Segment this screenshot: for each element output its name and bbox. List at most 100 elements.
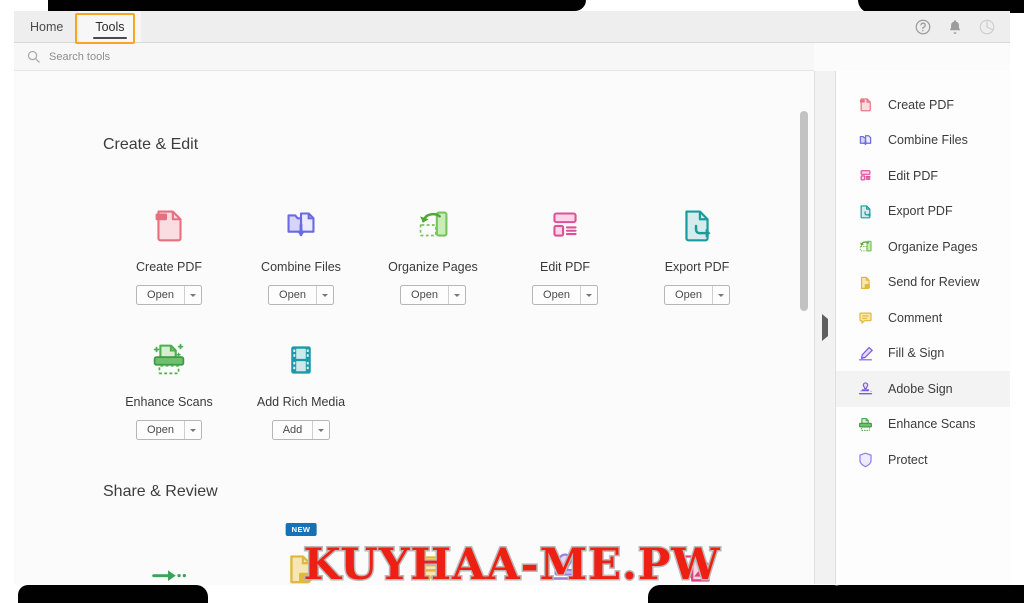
- tools-sidebar: Create PDF Combine Files Edit PDF Export…: [836, 71, 1010, 584]
- open-button-export-pdf[interactable]: Open: [664, 285, 730, 305]
- watermark-text: KUYHAA-ME.PW: [302, 539, 721, 592]
- combine-files-icon: [855, 130, 875, 150]
- tools-pane: Create & Edit Create PDF Open Combine Fi…: [14, 71, 814, 584]
- chevron-down-icon[interactable]: [183, 286, 201, 304]
- protect-icon: [855, 450, 875, 470]
- chevron-down-icon[interactable]: [183, 421, 201, 439]
- open-button-label: Open: [675, 289, 702, 301]
- chevron-down-icon[interactable]: [447, 286, 465, 304]
- tab-tools-label: Tools: [95, 19, 125, 34]
- sidebar-item-label: Protect: [888, 452, 928, 467]
- enhance-scans-icon: [146, 331, 192, 383]
- open-button-label: Open: [411, 289, 438, 301]
- enhance-scans-icon: [855, 414, 875, 434]
- sidebar-item-organize-pages[interactable]: Organize Pages: [836, 229, 1010, 265]
- sidebar-item-label: Organize Pages: [888, 239, 978, 254]
- sidebar-item-label: Export PDF: [888, 204, 953, 219]
- open-button-enhance-scans[interactable]: Open: [136, 420, 202, 440]
- add-button-rich-media[interactable]: Add: [271, 420, 331, 440]
- send-for-review-icon: [855, 272, 875, 292]
- sidebar-item-export-pdf[interactable]: Export PDF: [836, 194, 1010, 230]
- tool-label: Create PDF: [136, 260, 202, 274]
- chevron-down-icon[interactable]: [711, 286, 729, 304]
- open-button-label: Open: [147, 289, 174, 301]
- tool-label: Edit PDF: [539, 260, 590, 274]
- sidebar-item-create-pdf[interactable]: Create PDF: [836, 87, 1010, 123]
- tool-label: Export PDF: [664, 260, 730, 274]
- sidebar-item-label: Create PDF: [888, 97, 954, 112]
- new-badge: NEW: [285, 523, 317, 536]
- sidebar-item-adobe-sign[interactable]: Adobe Sign: [836, 371, 1010, 407]
- search-bar[interactable]: Search tools: [14, 43, 814, 71]
- edit-pdf-icon: [542, 196, 588, 248]
- sidebar-item-label: Enhance Scans: [888, 417, 976, 432]
- tool-export-pdf[interactable]: Export PDF Open: [631, 196, 763, 305]
- sidebar-item-protect[interactable]: Protect: [836, 442, 1010, 478]
- tab-bar: Home Tools: [14, 11, 1010, 43]
- acrobat-window: Home Tools Search tools Create & Edit Cr…: [14, 11, 1010, 585]
- open-button-organize-pages[interactable]: Open: [400, 285, 466, 305]
- sidebar-item-label: Edit PDF: [888, 168, 939, 183]
- tool-edit-pdf[interactable]: Edit PDF Open: [499, 196, 631, 305]
- tool-row-create-edit-2: Enhance Scans Open Add Rich Media Add: [103, 331, 367, 440]
- organize-pages-icon: [855, 237, 875, 257]
- open-button-create-pdf[interactable]: Open: [136, 285, 202, 305]
- tool-add-rich-media[interactable]: Add Rich Media Add: [235, 331, 367, 440]
- tool-combine-files[interactable]: Combine Files Open: [235, 196, 367, 305]
- main-scrollbar-thumb[interactable]: [800, 111, 808, 311]
- create-pdf-icon: [146, 196, 192, 248]
- add-button-label: Add: [282, 424, 303, 436]
- sidebar-item-combine-files[interactable]: Combine Files: [836, 123, 1010, 159]
- chevron-right-icon[interactable]: [822, 313, 828, 341]
- tab-home-label: Home: [30, 19, 64, 34]
- sidebar-item-label: Fill & Sign: [888, 346, 945, 361]
- sidebar-item-comment[interactable]: Comment: [836, 300, 1010, 336]
- tool-label: Combine Files: [261, 260, 341, 274]
- export-pdf-icon: [855, 201, 875, 221]
- tool-label: Enhance Scans: [125, 395, 213, 409]
- tool-label: Add Rich Media: [256, 395, 346, 409]
- tool-label: Organize Pages: [388, 260, 478, 274]
- adobe-sign-icon: [855, 379, 875, 399]
- sidebar-item-label: Send for Review: [888, 275, 980, 290]
- add-rich-media-icon: [278, 331, 324, 383]
- combine-files-icon: [278, 196, 324, 248]
- edit-pdf-icon: [855, 166, 875, 186]
- open-button-edit-pdf[interactable]: Open: [532, 285, 598, 305]
- screen-root: Home Tools Search tools Create & Edit Cr…: [0, 0, 1024, 603]
- watermark: KUYHAA-ME.PW: [0, 539, 1024, 592]
- tool-enhance-scans[interactable]: Enhance Scans Open: [103, 331, 235, 440]
- export-pdf-icon: [674, 196, 720, 248]
- comment-icon: [855, 308, 875, 328]
- section-title-share-review: Share & Review: [103, 483, 218, 500]
- sidebar-item-label: Comment: [888, 310, 943, 325]
- sidebar-item-label: Adobe Sign: [888, 381, 953, 396]
- sidebar-item-enhance-scans[interactable]: Enhance Scans: [836, 407, 1010, 443]
- help-icon[interactable]: [914, 18, 932, 36]
- chevron-down-icon[interactable]: [315, 286, 333, 304]
- tab-tools[interactable]: Tools: [79, 11, 141, 42]
- sidebar-item-label: Combine Files: [888, 133, 968, 148]
- video-letterbox-top-mid: [296, 0, 586, 11]
- chevron-down-icon[interactable]: [579, 286, 597, 304]
- sidebar-collapse-handle[interactable]: [814, 71, 836, 584]
- search-input-placeholder: Search tools: [49, 50, 111, 63]
- tool-create-pdf[interactable]: Create PDF Open: [103, 196, 235, 305]
- tool-row-create-edit-1: Create PDF Open Combine Files Open Organ…: [103, 196, 763, 305]
- fill-sign-icon: [855, 343, 875, 363]
- tab-home[interactable]: Home: [14, 11, 79, 42]
- tool-organize-pages[interactable]: Organize Pages Open: [367, 196, 499, 305]
- chevron-down-icon[interactable]: [312, 421, 329, 439]
- window-controls: [914, 11, 1010, 42]
- main-scrollbar[interactable]: [800, 111, 808, 531]
- sidebar-item-send-for-review[interactable]: Send for Review: [836, 265, 1010, 301]
- open-button-combine-files[interactable]: Open: [268, 285, 334, 305]
- create-pdf-icon: [855, 95, 875, 115]
- workspace: Create & Edit Create PDF Open Combine Fi…: [14, 71, 1010, 584]
- sidebar-item-fill-sign[interactable]: Fill & Sign: [836, 336, 1010, 372]
- sidebar-item-edit-pdf[interactable]: Edit PDF: [836, 158, 1010, 194]
- open-button-label: Open: [543, 289, 570, 301]
- open-button-label: Open: [147, 424, 174, 436]
- bell-icon[interactable]: [946, 18, 964, 36]
- avatar-icon[interactable]: [978, 18, 996, 36]
